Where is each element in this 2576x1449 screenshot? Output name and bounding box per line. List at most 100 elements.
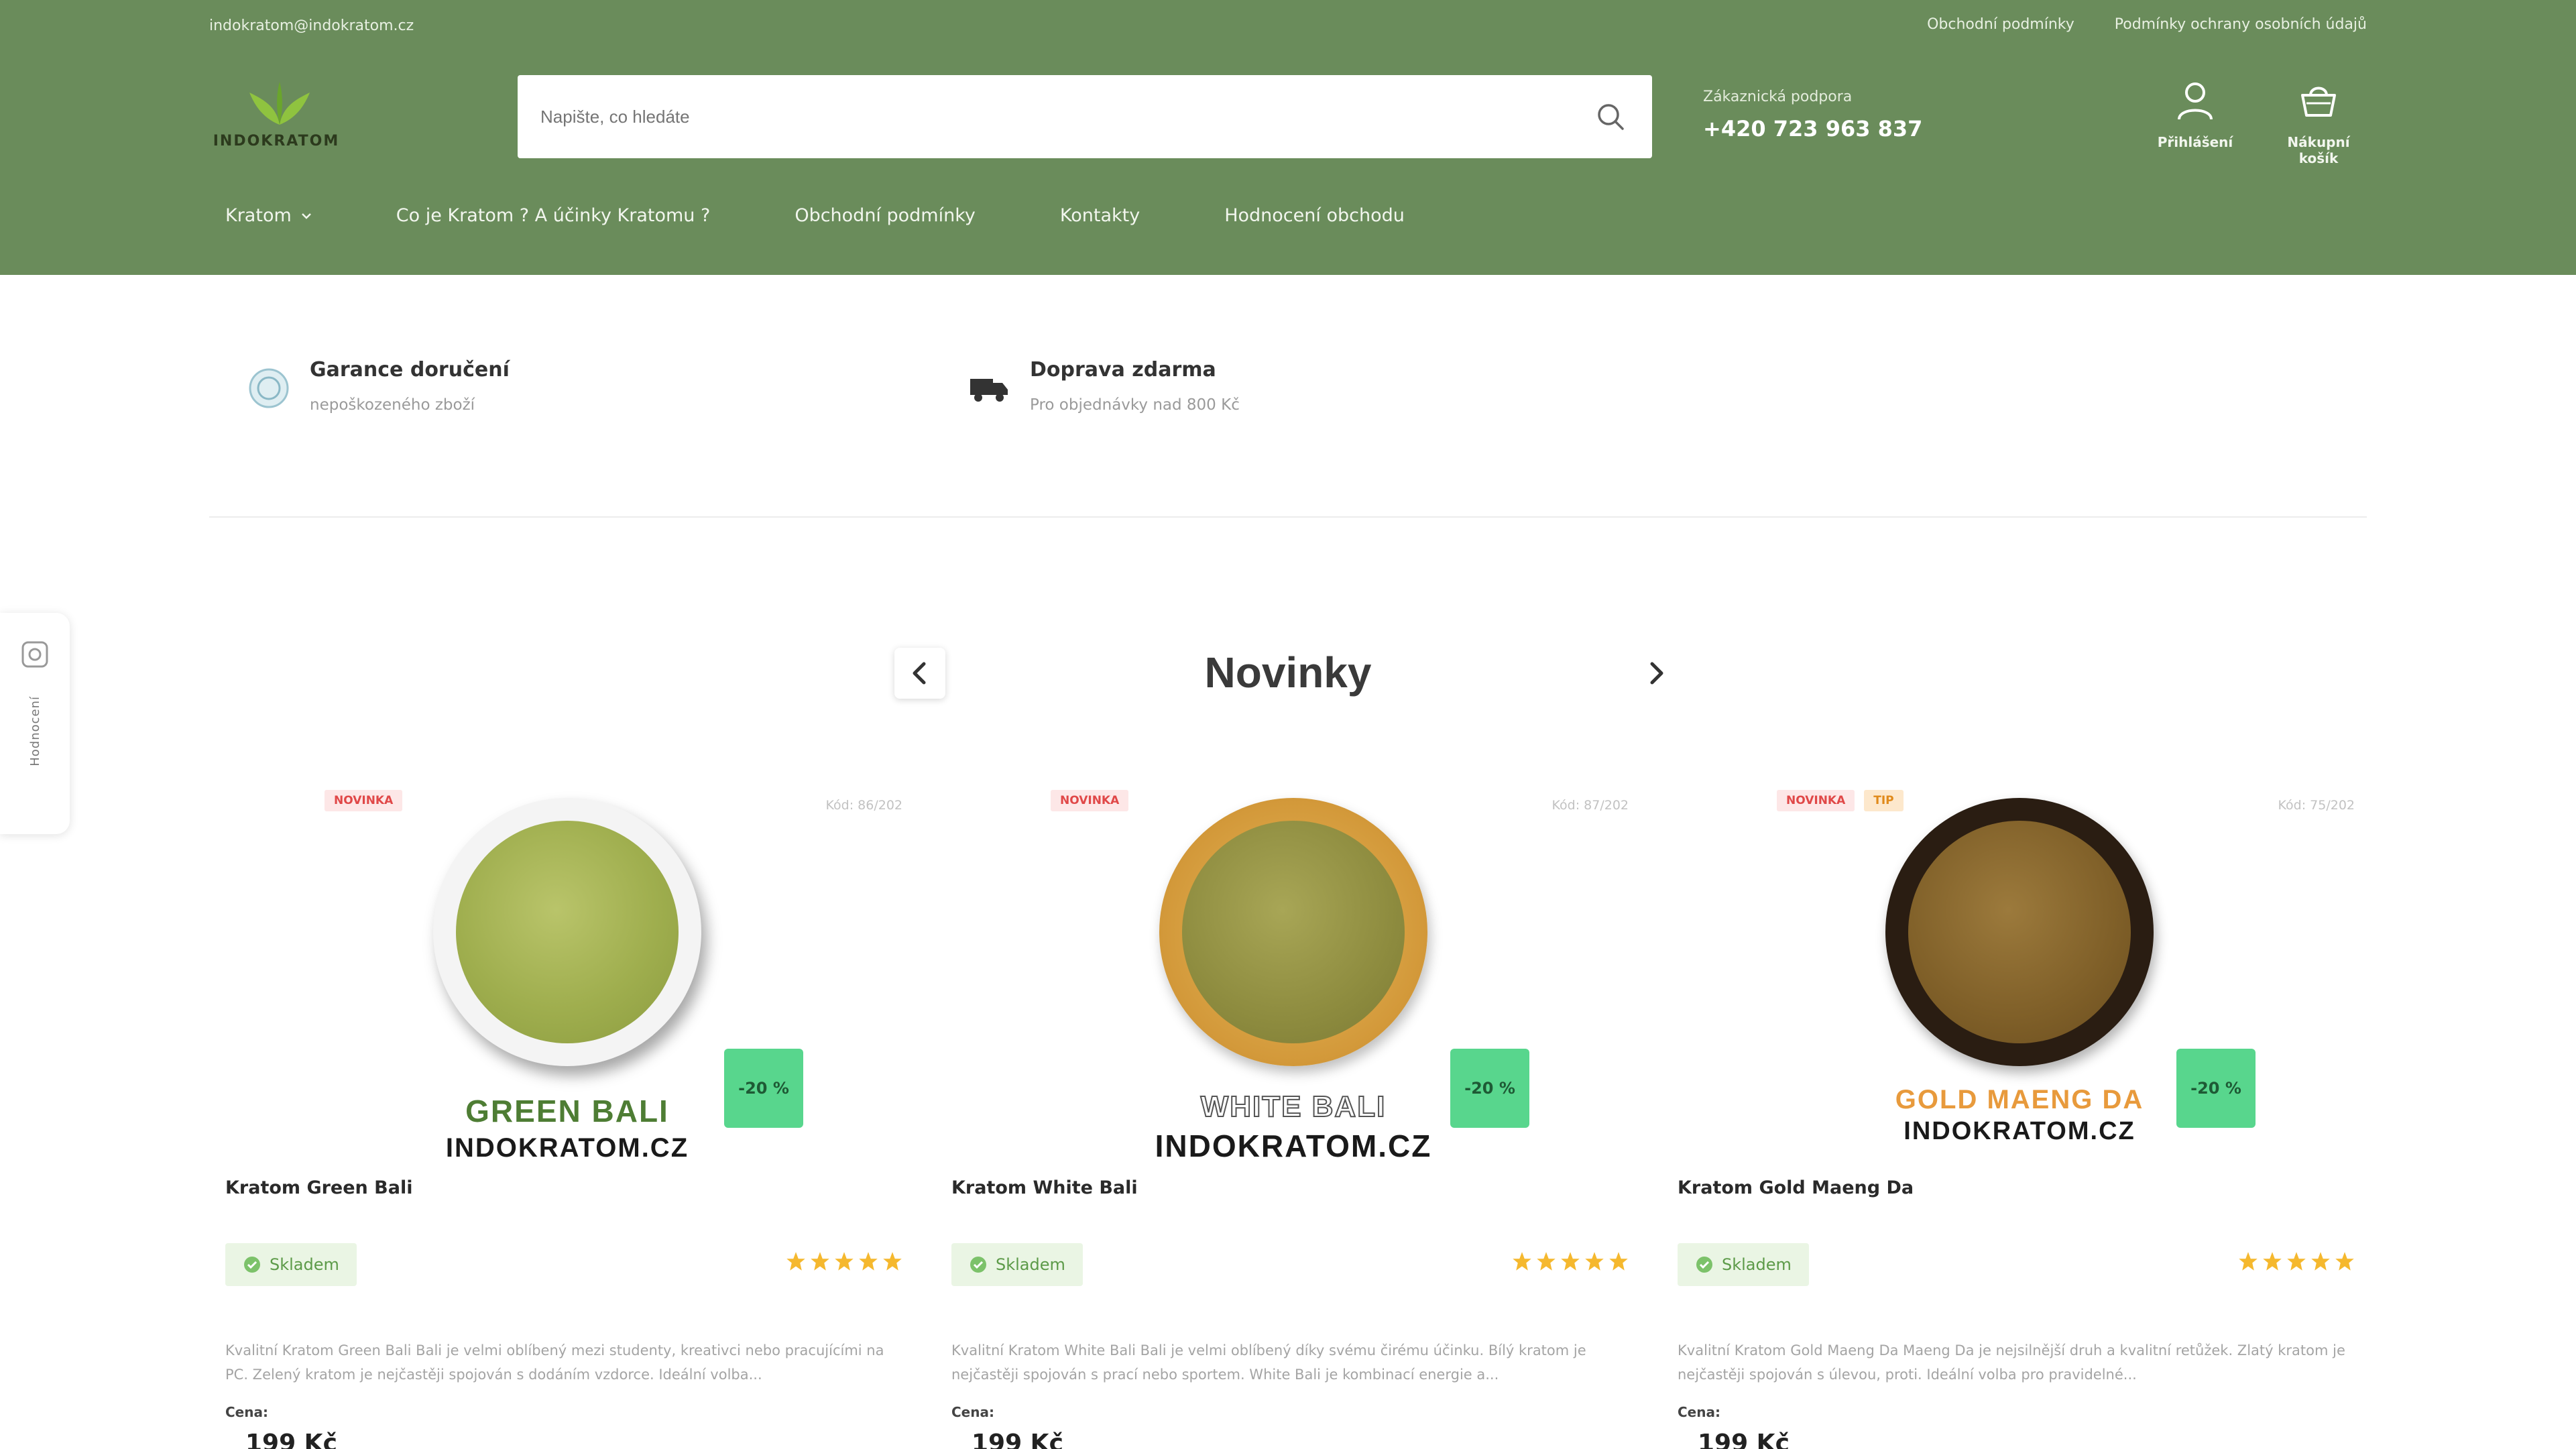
product-name[interactable]: Kratom Gold Maeng Da xyxy=(1678,1177,1914,1198)
truck-icon xyxy=(965,365,1012,412)
product-code: Kód: 87/202 xyxy=(1552,798,1629,813)
benefit-title: Garance doručení xyxy=(310,358,510,382)
star-icon xyxy=(1585,1252,1604,1271)
search-bar xyxy=(518,75,1652,158)
discount-badge: -20 % xyxy=(2176,1049,2256,1128)
search-icon[interactable] xyxy=(1592,98,1629,135)
discount-badge: -20 % xyxy=(724,1049,803,1128)
logo-text: INDOKRATOM xyxy=(213,133,340,150)
image-brand-label: INDOKRATOM.CZ xyxy=(1904,1117,2135,1145)
product-code: Kód: 86/202 xyxy=(825,798,902,813)
star-icon xyxy=(2263,1252,2282,1271)
powder-bowl-image xyxy=(1885,798,2154,1066)
price-label: Cena: xyxy=(951,1404,994,1420)
star-icon xyxy=(859,1252,878,1271)
rating-stars xyxy=(1512,1251,1629,1271)
star-icon xyxy=(2287,1252,2306,1271)
basket-icon xyxy=(2301,86,2336,117)
benefit-subtitle: Pro objednávky nad 800 Kč xyxy=(1030,396,1240,414)
product-code: Kód: 75/202 xyxy=(2278,798,2355,813)
price-label: Cena: xyxy=(225,1404,268,1420)
reviews-side-tab[interactable]: Hodnocení xyxy=(0,613,70,834)
benefit-subtitle: nepoškozeného zboží xyxy=(310,396,475,414)
reviews-tab-label: Hodnocení xyxy=(27,696,42,766)
product-description: Kvalitní Kratom Green Bali Bali je velmi… xyxy=(225,1342,884,1383)
check-circle-icon xyxy=(1696,1257,1712,1273)
chevron-left-icon xyxy=(913,662,926,685)
product-card[interactable]: NOVINKA Kód: 86/202 GREEN BALI INDOKRATO… xyxy=(225,778,902,1449)
site-logo[interactable]: INDOKRATOM xyxy=(209,79,343,153)
section-divider xyxy=(209,516,2367,518)
product-badges: NOVINKA xyxy=(1051,790,1129,811)
image-brand-label: INDOKRATOM.CZ xyxy=(1155,1128,1432,1163)
shield-check-icon xyxy=(245,365,292,412)
cart-button[interactable]: Nákupní košík xyxy=(2272,79,2365,166)
login-label: Přihlášení xyxy=(2157,134,2233,150)
product-image[interactable]: WHITE BALI INDOKRATOM.CZ xyxy=(1139,791,1448,1167)
chevron-right-icon xyxy=(1650,662,1663,685)
star-icon xyxy=(2335,1252,2354,1271)
stock-status: Skladem xyxy=(1678,1243,1809,1286)
star-icon xyxy=(883,1252,902,1271)
product-price: 199 Kč xyxy=(972,1430,1063,1449)
topbar-email[interactable]: indokratom@indokratom.cz xyxy=(209,17,414,34)
star-icon xyxy=(835,1252,854,1271)
product-card[interactable]: NOVINKA Kód: 87/202 WHITE BALI INDOKRATO… xyxy=(951,778,1629,1449)
image-brand-label: INDOKRATOM.CZ xyxy=(445,1133,689,1163)
star-icon xyxy=(1513,1252,1531,1271)
rating-stars xyxy=(2238,1251,2355,1271)
nav-item-contacts[interactable]: Kontakty xyxy=(1044,205,1156,226)
customer-support: Zákaznická podpora +420 723 963 837 xyxy=(1703,89,1922,141)
nav-item-reviews[interactable]: Hodnocení obchodu xyxy=(1208,205,1421,226)
nav-item-label: Hodnocení obchodu xyxy=(1224,205,1405,226)
star-icon xyxy=(2311,1252,2330,1271)
carousel-next-button[interactable] xyxy=(1631,648,1682,699)
chevron-down-icon xyxy=(301,213,311,219)
product-image[interactable]: GOLD MAENG DA INDOKRATOM.CZ xyxy=(1865,791,2174,1167)
support-phone[interactable]: +420 723 963 837 xyxy=(1703,116,1922,141)
topbar-links: Obchodní podmínky Podmínky ochrany osobn… xyxy=(1927,16,2367,33)
nav-item-kratom[interactable]: Kratom xyxy=(209,205,328,226)
star-icon xyxy=(2239,1252,2258,1271)
site-header: indokratom@indokratom.cz Obchodní podmín… xyxy=(0,0,2576,275)
stock-label: Skladem xyxy=(996,1255,1065,1274)
powder-bowl-image xyxy=(1159,798,1427,1066)
product-card[interactable]: NOVINKA TIP Kód: 75/202 GOLD MAENG DA IN… xyxy=(1678,778,2355,1449)
search-input[interactable] xyxy=(540,106,1592,127)
review-icon xyxy=(21,641,48,668)
product-name[interactable]: Kratom Green Bali xyxy=(225,1177,412,1198)
carousel-prev-button[interactable] xyxy=(894,648,945,699)
badge-new: NOVINKA xyxy=(325,790,403,811)
badge-new: NOVINKA xyxy=(1051,790,1129,811)
star-icon xyxy=(1609,1252,1628,1271)
product-image[interactable]: GREEN BALI INDOKRATOM.CZ xyxy=(413,791,721,1167)
image-strain-label: WHITE BALI xyxy=(1200,1090,1387,1124)
stock-label: Skladem xyxy=(270,1255,339,1274)
stock-status: Skladem xyxy=(225,1243,357,1286)
product-badges: NOVINKA xyxy=(325,790,403,811)
benefit-free-shipping: Doprava zdarma Pro objednávky nad 800 Kč xyxy=(965,358,1240,414)
nav-item-terms[interactable]: Obchodní podmínky xyxy=(778,205,992,226)
stock-label: Skladem xyxy=(1722,1255,1792,1274)
product-price: 199 Kč xyxy=(1698,1430,1790,1449)
check-circle-icon xyxy=(244,1257,260,1273)
main-nav: Kratom Co je Kratom ? A účinky Kratomu ?… xyxy=(209,205,1421,226)
product-name[interactable]: Kratom White Bali xyxy=(951,1177,1138,1198)
product-price: 199 Kč xyxy=(245,1430,337,1449)
topbar-link-terms[interactable]: Obchodní podmínky xyxy=(1927,16,2074,33)
login-button[interactable]: Přihlášení xyxy=(2148,79,2242,150)
check-circle-icon xyxy=(970,1257,986,1273)
topbar-link-privacy[interactable]: Podmínky ochrany osobních údajů xyxy=(2115,16,2367,33)
star-icon xyxy=(1537,1252,1556,1271)
nav-item-label: Co je Kratom ? A účinky Kratomu ? xyxy=(396,205,711,226)
rating-stars xyxy=(786,1251,902,1271)
price-label: Cena: xyxy=(1678,1404,1720,1420)
stock-status: Skladem xyxy=(951,1243,1083,1286)
product-description: Kvalitní Kratom White Bali Bali je velmi… xyxy=(951,1342,1586,1383)
star-icon xyxy=(786,1252,805,1271)
product-description: Kvalitní Kratom Gold Maeng Da Maeng Da j… xyxy=(1678,1342,2345,1383)
leaf-logo-icon xyxy=(249,82,310,125)
nav-item-about[interactable]: Co je Kratom ? A účinky Kratomu ? xyxy=(380,205,727,226)
section-title: Novinky xyxy=(1204,648,1372,697)
discount-badge: -20 % xyxy=(1450,1049,1529,1128)
